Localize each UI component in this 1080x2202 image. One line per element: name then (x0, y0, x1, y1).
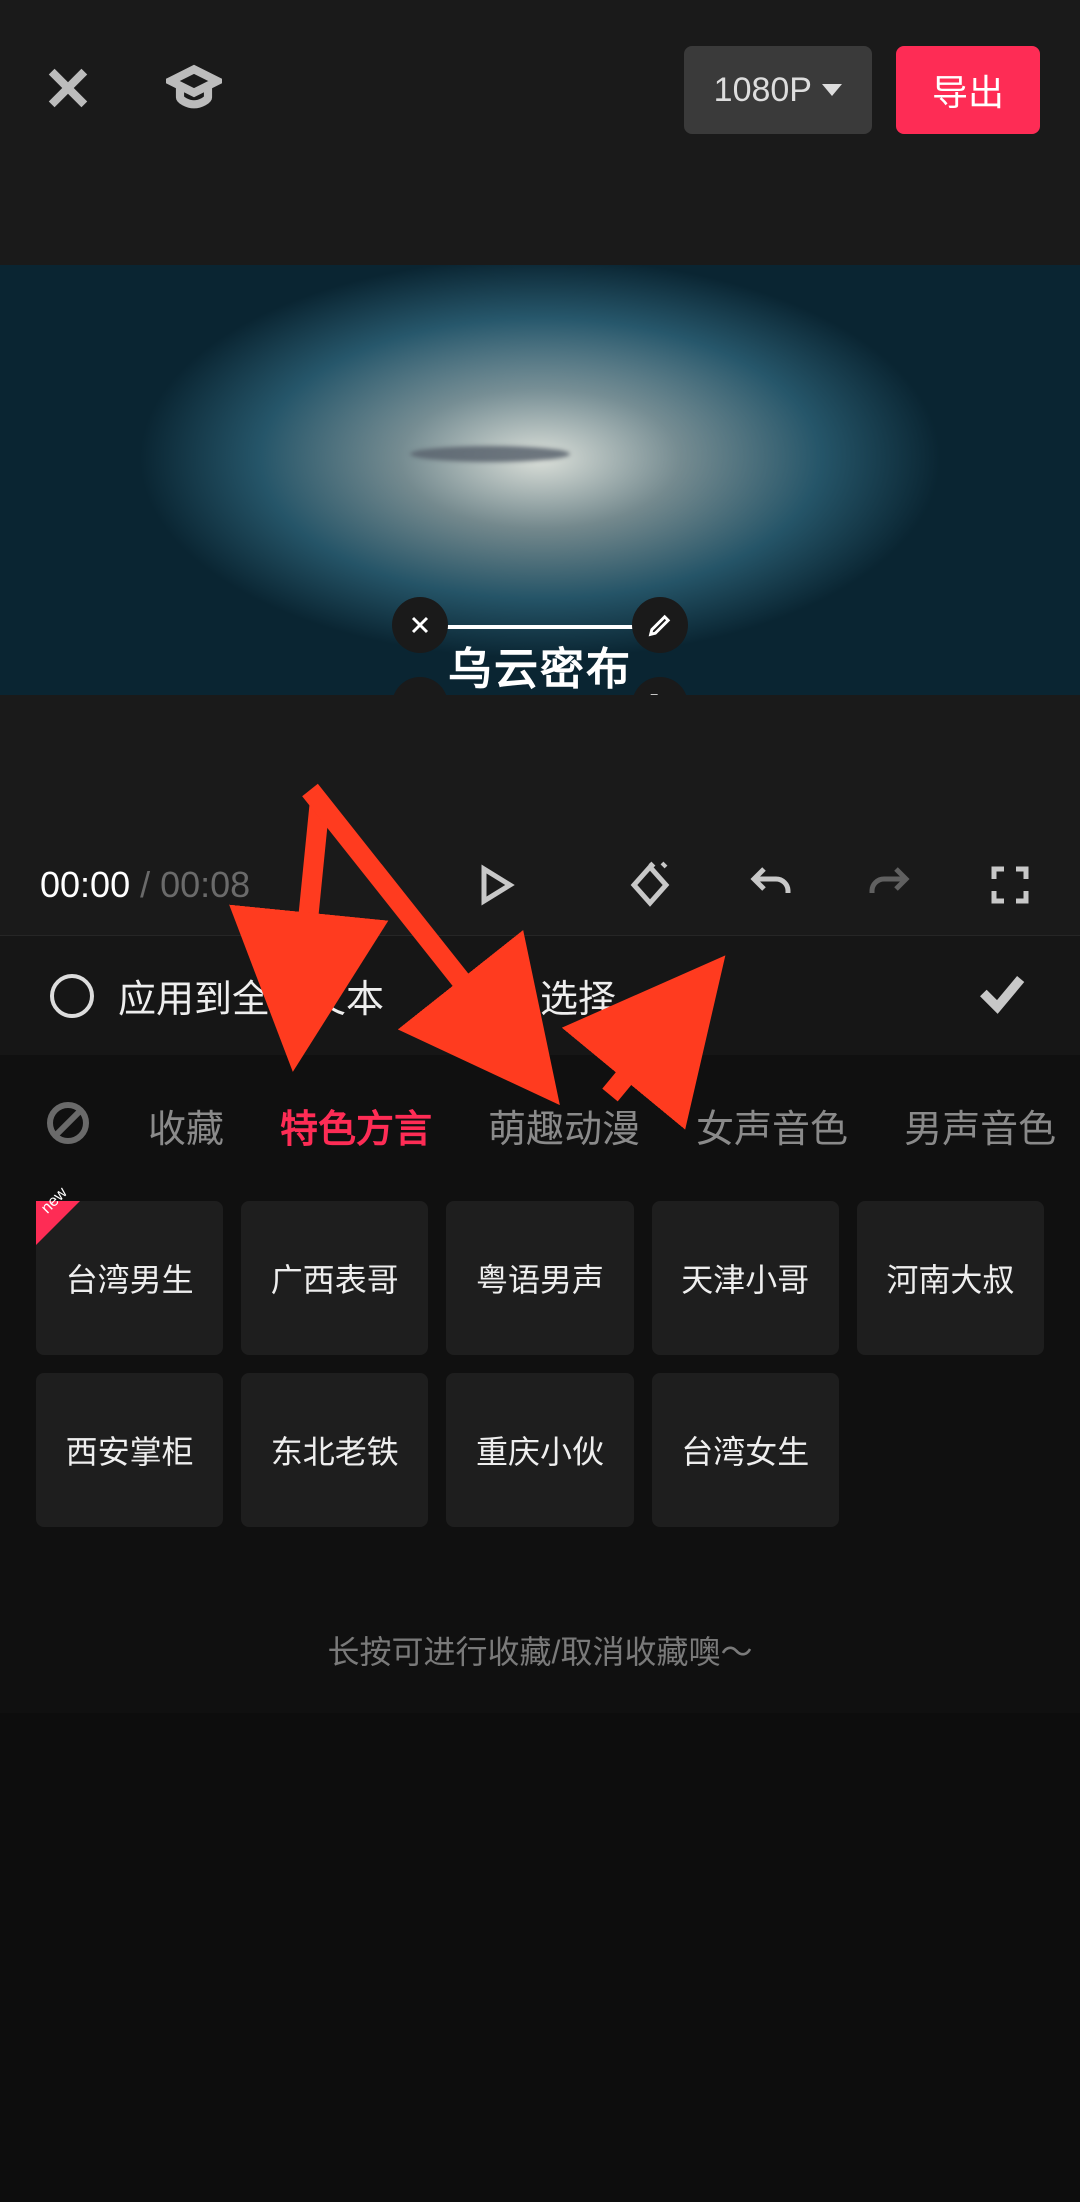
caption-edit-handle[interactable] (632, 597, 688, 653)
hint-text: 长按可进行收藏/取消收藏噢～ (0, 1537, 1080, 1713)
tab-favorites[interactable]: 收藏 (148, 1098, 224, 1153)
voice-label: 粤语男声 (476, 1255, 604, 1301)
voice-option[interactable]: 河南大叔 (857, 1201, 1044, 1355)
close-icon[interactable] (40, 60, 96, 121)
caption-delete-handle[interactable] (392, 597, 448, 653)
apply-all-label: 应用到全部文本 (118, 968, 384, 1023)
video-preview[interactable]: 乌云密布 (0, 265, 1080, 695)
tab-dialect[interactable]: 特色方言 (280, 1098, 432, 1153)
confirm-button[interactable] (974, 965, 1030, 1026)
voice-label: 东北老铁 (271, 1427, 399, 1473)
caption-text-box[interactable]: 乌云密布 (420, 625, 660, 695)
voice-label: 广西表哥 (271, 1255, 399, 1301)
voice-option[interactable]: 粤语男声 (446, 1201, 633, 1355)
header-right-group: 1080P 导出 (684, 46, 1040, 134)
resolution-selector[interactable]: 1080P (684, 46, 872, 134)
apply-all-checkbox[interactable] (50, 974, 94, 1018)
header-spacer (0, 170, 1080, 265)
current-time: 00:00 (40, 864, 130, 905)
tab-female[interactable]: 女声音色 (696, 1098, 848, 1153)
voice-label: 西安掌柜 (66, 1427, 194, 1473)
tab-male[interactable]: 男声音色 (904, 1098, 1056, 1153)
voice-option[interactable]: 台湾女生 (652, 1373, 839, 1527)
fullscreen-button[interactable] (986, 861, 1034, 909)
caption-text: 乌云密布 (448, 645, 632, 694)
tab-anime[interactable]: 萌趣动漫 (488, 1098, 640, 1153)
export-label: 导出 (932, 64, 1004, 116)
export-button[interactable]: 导出 (896, 46, 1040, 134)
none-voice-tab[interactable] (44, 1099, 92, 1152)
app-header: 1080P 导出 (0, 0, 1080, 170)
duration: 00:08 (160, 864, 250, 905)
voice-option[interactable]: 广西表哥 (241, 1201, 428, 1355)
resolution-label: 1080P (714, 71, 812, 110)
new-badge (36, 1201, 80, 1245)
voice-tabs: 收藏 特色方言 萌趣动漫 女声音色 男声音色 (0, 1085, 1080, 1165)
voice-label: 天津小哥 (681, 1255, 809, 1301)
voice-option[interactable]: 东北老铁 (241, 1373, 428, 1527)
voice-label: 重庆小伙 (476, 1427, 604, 1473)
voice-option[interactable]: 台湾男生 (36, 1201, 223, 1355)
voice-option[interactable]: 西安掌柜 (36, 1373, 223, 1527)
tutorial-icon[interactable] (166, 60, 222, 121)
preview-spacer (0, 695, 1080, 835)
caret-down-icon (822, 84, 842, 96)
keyframe-button[interactable] (626, 861, 674, 909)
panel-header: 应用到全部文本 音色选择 (0, 935, 1080, 1055)
undo-button[interactable] (746, 861, 794, 909)
redo-button[interactable] (866, 861, 914, 909)
transport-bar: 00:00 / 00:08 (0, 835, 1080, 935)
time-display: 00:00 / 00:08 (40, 864, 250, 906)
preview-decor (410, 446, 570, 462)
voice-label: 台湾男生 (66, 1255, 194, 1301)
voice-option[interactable]: 重庆小伙 (446, 1373, 633, 1527)
transport-controls (250, 861, 1040, 909)
caption-frame: 乌云密布 (420, 625, 660, 695)
voice-label: 台湾女生 (681, 1427, 809, 1473)
time-separator: / (130, 864, 160, 905)
voice-option[interactable]: 天津小哥 (652, 1201, 839, 1355)
voice-label: 河南大叔 (886, 1255, 1014, 1301)
panel-title: 音色选择 (464, 968, 616, 1023)
panel-spacer (0, 1055, 1080, 1085)
header-left-group (40, 60, 222, 121)
voice-grid: 台湾男生 广西表哥 粤语男声 天津小哥 河南大叔 西安掌柜 东北老铁 重庆小伙 … (0, 1165, 1080, 1537)
play-button[interactable] (470, 861, 518, 909)
